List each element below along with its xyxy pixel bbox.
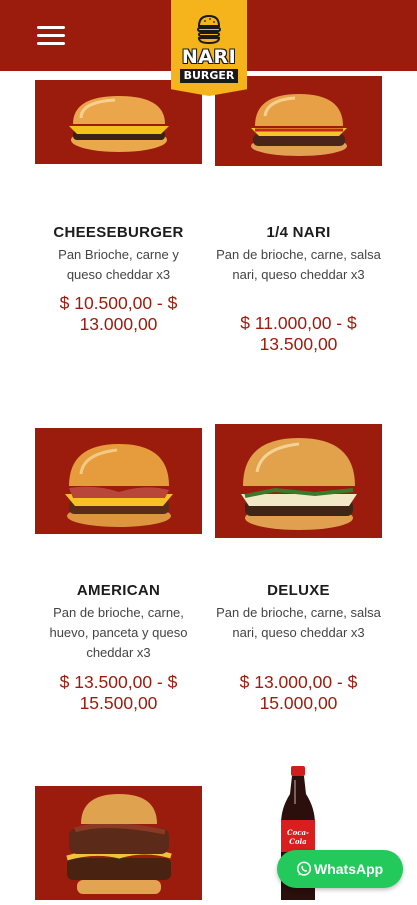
product-image[interactable] (35, 786, 202, 900)
product-image[interactable] (35, 80, 202, 164)
product-description: Pan Brioche, carne y queso cheddar x3 (58, 247, 179, 282)
product-description: Pan de brioche, carne, huevo, panceta y … (49, 605, 188, 660)
product-card-cheeseburger[interactable]: CHEESEBURGER Pan Brioche, carne y queso … (35, 80, 202, 350)
product-image[interactable] (35, 428, 202, 534)
deluxe-burger-photo (241, 438, 357, 530)
product-card-deluxe[interactable]: DELUXE Pan de brioche, carne, salsa nari… (215, 424, 382, 718)
product-name[interactable]: DELUXE (215, 582, 382, 599)
cheeseburger-photo (69, 96, 169, 152)
hamburger-menu-icon[interactable] (37, 26, 65, 46)
bacon-burger-photo (66, 794, 172, 894)
logo-text-burger: BURGER (180, 69, 238, 83)
product-price: $ 10.500,00 - $ 13.000,00 (59, 293, 178, 334)
whatsapp-button[interactable]: WhatsApp (277, 850, 403, 888)
product-name[interactable]: CHEESEBURGER (35, 224, 202, 241)
product-price: $ 13.000,00 - $ 15.000,00 (239, 672, 358, 713)
logo-text-nari: NARI (181, 46, 237, 68)
whatsapp-label: WhatsApp (314, 861, 384, 877)
product-name[interactable]: AMERICAN (35, 582, 202, 599)
product-price: $ 13.500,00 - $ 15.500,00 (59, 672, 178, 713)
product-card-nari[interactable]: 1/4 NARI Pan de brioche, carne, salsa na… (215, 76, 382, 356)
product-price: $ 11.000,00 - $ 13.500,00 (240, 313, 357, 354)
whatsapp-icon (296, 861, 312, 876)
burger-logo-icon (197, 14, 221, 44)
product-card-bacon-burger[interactable] (35, 786, 202, 900)
bottle-label-text: Coca-Cola (287, 828, 309, 846)
american-burger-photo (65, 444, 173, 527)
product-card-american[interactable]: AMERICAN Pan de brioche, carne, huevo, p… (35, 428, 202, 718)
nari-burger-logo[interactable]: NARI BURGER (171, 0, 247, 96)
product-description: Pan de brioche, carne, salsa nari, queso… (216, 605, 381, 640)
product-name[interactable]: 1/4 NARI (215, 224, 382, 241)
product-image[interactable] (215, 424, 382, 538)
product-description: Pan de brioche, carne, salsa nari, queso… (216, 247, 381, 282)
